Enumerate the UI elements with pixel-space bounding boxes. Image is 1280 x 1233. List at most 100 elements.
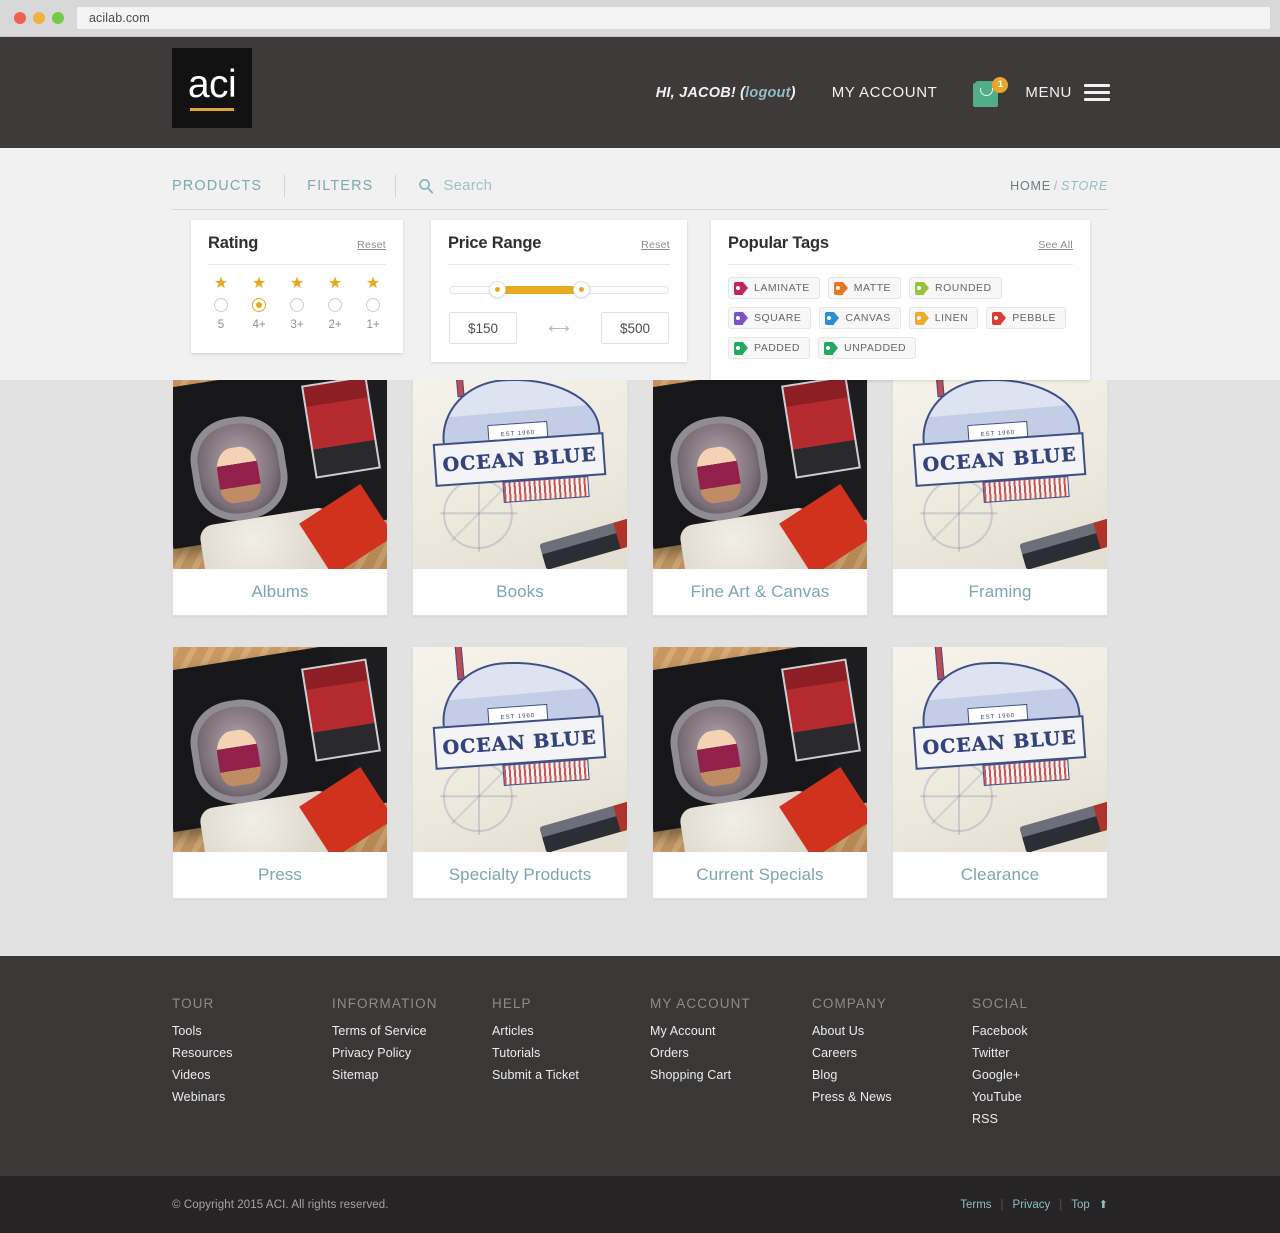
tags-see-all-link[interactable]: See All	[1038, 239, 1073, 251]
footer-link[interactable]: Press & News	[812, 1090, 972, 1104]
product-card[interactable]: EST 1960 OCEAN BLUE Specialty Products	[412, 646, 628, 899]
rating-radio[interactable]	[290, 298, 304, 312]
product-thumbnail[interactable]: EST 1960 OCEAN BLUE	[893, 647, 1107, 852]
rating-option-label: 4+	[252, 319, 266, 331]
privacy-link[interactable]: Privacy	[1013, 1199, 1051, 1211]
min-price-field[interactable]: $150	[449, 312, 517, 344]
product-card[interactable]: EST 1960 OCEAN BLUE Books	[412, 363, 628, 616]
cart-count-badge: 1	[992, 76, 1009, 93]
tag-linen[interactable]: LINEN	[908, 307, 979, 329]
footer-link[interactable]: Shopping Cart	[650, 1068, 812, 1082]
product-thumbnail[interactable]: EST 1960 OCEAN BLUE	[413, 647, 627, 852]
product-label[interactable]: Books	[413, 569, 627, 615]
tab-products[interactable]: PRODUCTS	[172, 178, 262, 194]
arrow-up-icon[interactable]: ⬆	[1099, 1198, 1108, 1211]
site-logo[interactable]: aci	[172, 48, 252, 128]
product-label[interactable]: Press	[173, 852, 387, 898]
max-price-field[interactable]: $500	[600, 312, 669, 344]
rating-option-label: 3+	[290, 319, 304, 331]
maximize-window-button[interactable]	[52, 12, 64, 24]
logout-link[interactable]: logout	[745, 85, 791, 101]
tag-pebble[interactable]: PEBBLE	[986, 307, 1067, 329]
tag-padded[interactable]: PADDED	[728, 337, 810, 359]
product-card[interactable]: Press	[172, 646, 388, 899]
product-label[interactable]: Fine Art & Canvas	[653, 569, 867, 615]
product-label[interactable]: Clearance	[893, 852, 1107, 898]
my-account-link[interactable]: MY ACCOUNT	[832, 84, 938, 101]
back-to-top-link[interactable]: Top	[1071, 1199, 1090, 1211]
rating-option-4plus[interactable]: ★ 4+	[248, 276, 270, 332]
slider-handle-max[interactable]	[573, 281, 590, 298]
close-window-button[interactable]	[14, 12, 26, 24]
footer-link[interactable]: Tutorials	[492, 1046, 650, 1060]
rating-radio[interactable]	[214, 298, 228, 312]
rating-radio[interactable]	[366, 298, 380, 312]
cart-button[interactable]: 1	[973, 76, 1009, 109]
tag-icon	[734, 281, 748, 295]
footer-link[interactable]: Articles	[492, 1024, 650, 1038]
tag-rounded[interactable]: ROUNDED	[909, 277, 1002, 299]
footer-link[interactable]: Blog	[812, 1068, 972, 1082]
price-range-slider[interactable]	[449, 281, 669, 298]
price-reset-link[interactable]: Reset	[641, 239, 670, 251]
address-bar[interactable]: acilab.com	[77, 7, 1270, 29]
footer-link[interactable]: Privacy Policy	[332, 1046, 492, 1060]
footer-link[interactable]: Webinars	[172, 1090, 332, 1104]
product-card[interactable]: Current Specials	[652, 646, 868, 899]
footer-link[interactable]: Videos	[172, 1068, 332, 1082]
utility-nav: PRODUCTS FILTERS Search HOME / STORE	[172, 162, 1108, 210]
product-thumbnail[interactable]	[653, 647, 867, 852]
rating-radio-selected[interactable]	[252, 298, 266, 312]
product-label[interactable]: Framing	[893, 569, 1107, 615]
tag-square[interactable]: SQUARE	[728, 307, 812, 329]
footer-link[interactable]: YouTube	[972, 1090, 1112, 1104]
product-thumbnail[interactable]: EST 1960 OCEAN BLUE	[413, 364, 627, 569]
footer-link[interactable]: Google+	[972, 1068, 1112, 1082]
product-label[interactable]: Albums	[173, 569, 387, 615]
footer-link[interactable]: My Account	[650, 1024, 812, 1038]
product-thumbnail[interactable]	[653, 364, 867, 569]
terms-link[interactable]: Terms	[960, 1199, 991, 1211]
rating-option-2plus[interactable]: ★ 2+	[324, 276, 346, 332]
footer-link[interactable]: Submit a Ticket	[492, 1068, 650, 1082]
footer-link[interactable]: Orders	[650, 1046, 812, 1060]
footer-columns: TOUR Tools Resources Videos Webinars INFORMAT…	[172, 996, 1112, 1134]
product-thumbnail[interactable]	[173, 364, 387, 569]
product-thumbnail[interactable]: EST 1960 OCEAN BLUE	[893, 364, 1107, 569]
tab-filters[interactable]: FILTERS	[307, 178, 373, 194]
product-card[interactable]: EST 1960 OCEAN BLUE Clearance	[892, 646, 1108, 899]
rating-reset-link[interactable]: Reset	[357, 239, 386, 251]
tag-unpadded[interactable]: UNPADDED	[817, 337, 917, 359]
menu-label[interactable]: MENU	[1025, 84, 1072, 101]
footer-link[interactable]: Resources	[172, 1046, 332, 1060]
window-controls[interactable]	[0, 12, 77, 24]
site-footer: TOUR Tools Resources Videos Webinars INFORMAT…	[0, 956, 1280, 1176]
footer-link[interactable]: Careers	[812, 1046, 972, 1060]
rating-option-1plus[interactable]: ★ 1+	[362, 276, 384, 332]
hamburger-icon[interactable]	[1084, 84, 1110, 101]
minimize-window-button[interactable]	[33, 12, 45, 24]
product-card[interactable]: Albums	[172, 363, 388, 616]
footer-link[interactable]: Twitter	[972, 1046, 1112, 1060]
footer-link[interactable]: Facebook	[972, 1024, 1112, 1038]
footer-link[interactable]: RSS	[972, 1112, 1112, 1126]
product-label[interactable]: Specialty Products	[413, 852, 627, 898]
product-thumbnail[interactable]	[173, 647, 387, 852]
rating-option-5[interactable]: ★ 5	[210, 276, 232, 332]
footer-link[interactable]: Tools	[172, 1024, 332, 1038]
rating-radio[interactable]	[328, 298, 342, 312]
inset-photo	[780, 658, 862, 763]
product-card[interactable]: EST 1960 OCEAN BLUE Framing	[892, 363, 1108, 616]
inset-photo	[300, 375, 382, 480]
tag-laminate[interactable]: LAMINATE	[728, 277, 820, 299]
tag-matte[interactable]: MATTE	[827, 277, 902, 299]
footer-link[interactable]: Sitemap	[332, 1068, 492, 1082]
rating-option-3plus[interactable]: ★ 3+	[286, 276, 308, 332]
breadcrumb-home[interactable]: HOME	[1010, 179, 1051, 193]
search-input[interactable]: Search	[418, 177, 492, 194]
footer-link[interactable]: Terms of Service	[332, 1024, 492, 1038]
product-card[interactable]: Fine Art & Canvas	[652, 363, 868, 616]
footer-link[interactable]: About Us	[812, 1024, 972, 1038]
product-label[interactable]: Current Specials	[653, 852, 867, 898]
tag-canvas[interactable]: CANVAS	[819, 307, 901, 329]
